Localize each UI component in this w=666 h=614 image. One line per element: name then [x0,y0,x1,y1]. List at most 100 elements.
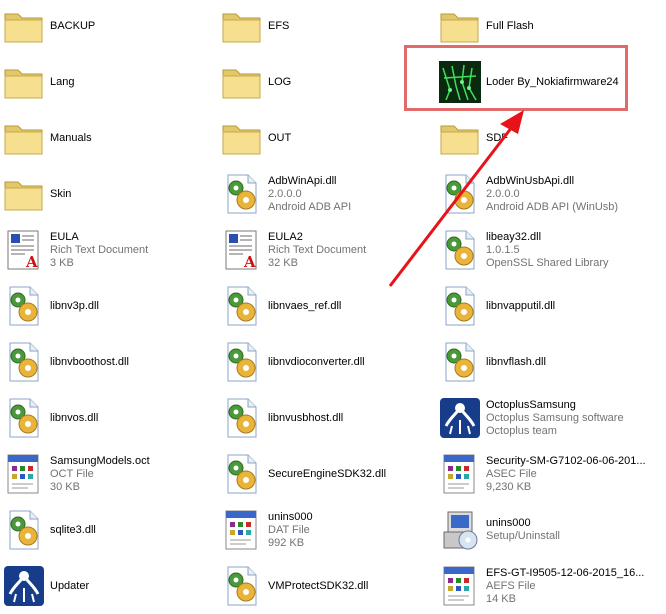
generic-file-icon [2,452,46,496]
file-name: EFS [268,19,290,32]
dll-gear-icon [438,340,482,384]
file-name: Full Flash [486,19,534,32]
file-item-security-sm-g7102[interactable]: Security-SM-G7102-06-06-201... ASEC File 9… [436,448,651,500]
file-description: Setup/Uninstall [486,530,560,542]
file-name: EFS-GT-I9505-12-06-2015_16... [486,566,645,579]
svg-text:A: A [243,253,256,271]
dll-gear-icon [2,340,46,384]
dll-gear-icon [220,452,264,496]
file-item-secureenginesdk32[interactable]: SecureEngineSDK32.dll [218,448,433,500]
file-name: libnvapputil.dll [486,299,556,312]
file-type: Rich Text Document [50,243,149,256]
dll-gear-icon [220,396,264,440]
file-company: Octoplus team [486,424,557,437]
file-item-efs-gt-i9505[interactable]: EFS-GT-I9505-12-06-2015_16... AEFS File 14… [436,560,651,612]
file-name: libnv3p.dll [50,299,99,312]
octoplus-app-icon [2,564,46,608]
file-type: OCT File [50,467,94,480]
folder-icon [2,4,46,48]
dll-gear-icon [438,228,482,272]
file-item-updater[interactable]: Updater [0,560,215,612]
file-item-adbwinusbapi[interactable]: AdbWinUsbApi.dll 2.0.0.0 Android ADB API (… [436,168,651,220]
file-item-out[interactable]: OUT [218,112,433,164]
file-name: libnvdioconverter.dll [268,355,365,368]
file-name: libnvusbhost.dll [268,411,344,424]
file-name: SamsungModels.oct [50,454,150,467]
file-item-adbwinapi[interactable]: AdbWinApi.dll 2.0.0.0 Android ADB API [218,168,433,220]
file-item-efs[interactable]: EFS [218,0,433,52]
file-size: 30 KB [50,480,80,493]
rich-text-document-icon: A [2,228,46,272]
file-item-sqlite3[interactable]: sqlite3.dll [0,504,215,556]
file-size: 14 KB [486,592,516,605]
file-name: Updater [50,579,90,592]
file-name: Security-SM-G7102-06-06-201... [486,454,646,467]
file-item-libnvdioconverter[interactable]: libnvdioconverter.dll [218,336,433,388]
file-item-libeay32[interactable]: libeay32.dll 1.0.1.5 OpenSSL Shared Librar… [436,224,651,276]
file-item-backup[interactable]: BACKUP [0,0,215,52]
folder-icon [2,172,46,216]
generic-file-icon [438,564,482,608]
file-size: 9,230 KB [486,480,532,493]
dll-gear-icon [220,172,264,216]
file-type: Rich Text Document [268,243,367,256]
file-size: 992 KB [268,536,305,549]
file-name: libnvos.dll [50,411,99,424]
dll-gear-icon [438,172,482,216]
file-version: 2.0.0.0 [268,187,302,200]
file-name: AdbWinApi.dll [268,174,337,187]
file-item-libnvboothost[interactable]: libnvboothost.dll [0,336,215,388]
generic-file-icon [438,452,482,496]
file-item-libnvapputil[interactable]: libnvapputil.dll [436,280,651,332]
file-name: VMProtectSDK32.dll [268,579,369,592]
file-item-libnvusbhost[interactable]: libnvusbhost.dll [218,392,433,444]
generic-file-icon [220,508,264,552]
file-size: 32 KB [268,256,298,269]
file-item-log[interactable]: LOG [218,56,433,108]
file-item-sdf[interactable]: SDF [436,112,651,164]
file-item-vmprotectsdk32[interactable]: VMProtectSDK32.dll [218,560,433,612]
file-size: 3 KB [50,256,74,269]
folder-icon [220,4,264,48]
file-name: libeay32.dll [486,230,542,243]
file-item-unins000-exe[interactable]: unins000 Setup/Uninstall [436,504,651,556]
file-name: unins000 [486,517,531,529]
file-item-eula[interactable]: A EULA Rich Text Document 3 KB [0,224,215,276]
folder-icon [438,116,482,160]
file-item-libnvos[interactable]: libnvos.dll [0,392,215,444]
file-item-manuals[interactable]: Manuals [0,112,215,164]
setup-installer-icon [438,508,482,552]
file-name: EULA [50,230,79,243]
file-name: libnvflash.dll [486,355,546,368]
folder-icon [220,116,264,160]
file-item-libnv3p[interactable]: libnv3p.dll [0,280,215,332]
file-name: EULA2 [268,230,303,243]
file-item-lang[interactable]: Lang [0,56,215,108]
dll-gear-icon [2,284,46,328]
file-item-libnvaes-ref[interactable]: libnvaes_ref.dll [218,280,433,332]
file-item-libnvflash[interactable]: libnvflash.dll [436,336,651,388]
file-name: Skin [50,187,72,200]
file-description: OpenSSL Shared Library [486,256,609,269]
file-type: ASEC File [486,467,537,480]
octoplus-app-icon [438,396,482,440]
file-name: sqlite3.dll [50,523,96,536]
file-item-samsungmodels[interactable]: SamsungModels.oct OCT File 30 KB [0,448,215,500]
dll-gear-icon [220,340,264,384]
file-description: Octoplus Samsung software [486,411,624,424]
file-name: libnvaes_ref.dll [268,299,342,312]
folder-icon [438,4,482,48]
dll-gear-icon [220,284,264,328]
file-name: OUT [268,131,292,144]
file-name: OctoplusSamsung [486,398,576,411]
file-item-eula2[interactable]: A EULA2 Rich Text Document 32 KB [218,224,433,276]
file-name: libnvboothost.dll [50,355,129,368]
file-name: unins000 [268,510,313,523]
file-item-unins000-dat[interactable]: unins000 DAT File 992 KB [218,504,433,556]
file-type: DAT File [268,523,310,536]
file-version: 2.0.0.0 [486,187,520,200]
svg-text:A: A [25,253,38,271]
file-item-octoplussamsung[interactable]: OctoplusSamsung Octoplus Samsung software… [436,392,651,444]
file-item-skin[interactable]: Skin [0,168,215,220]
file-version: 1.0.1.5 [486,243,520,256]
